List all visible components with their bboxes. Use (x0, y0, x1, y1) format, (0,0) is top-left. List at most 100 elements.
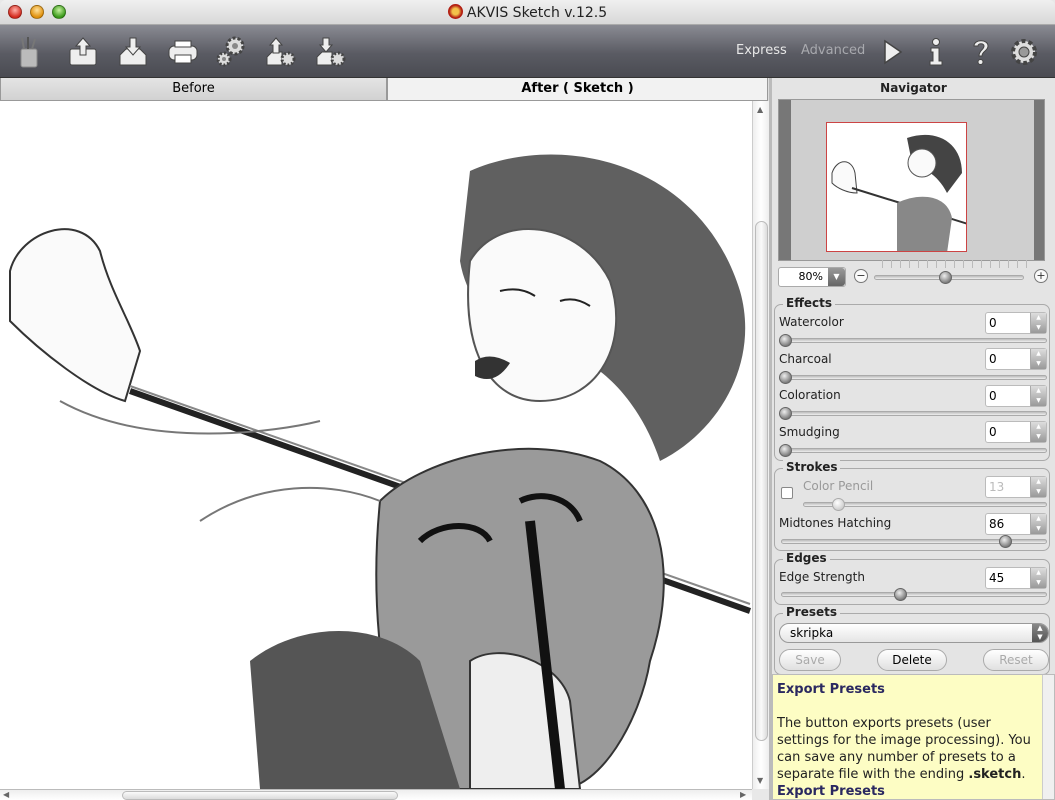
watercolor-slider[interactable] (781, 338, 1047, 343)
charcoal-field[interactable]: 0 ▲ ▼ (985, 348, 1047, 370)
color-pencil-field[interactable]: 13 ▲ ▼ (985, 476, 1047, 498)
help-panel: Export Presets The button exports preset… (772, 674, 1055, 800)
zoom-dropdown-button[interactable]: ▼ (828, 268, 845, 286)
download-gear-icon (316, 37, 346, 67)
watercolor-slider-knob[interactable] (779, 334, 792, 347)
help-extension: .sketch (968, 767, 1022, 782)
edge-strength-stepper[interactable]: ▲ ▼ (1030, 568, 1046, 588)
gear-icon (1011, 39, 1037, 65)
zoom-in-button[interactable]: + (1034, 269, 1048, 283)
navigator-viewport-frame[interactable] (826, 122, 967, 252)
smudging-stepper[interactable]: ▲ ▼ (1030, 422, 1046, 442)
watercolor-stepper[interactable]: ▲ ▼ (1030, 313, 1046, 333)
horizontal-scroll-thumb[interactable] (122, 791, 398, 800)
import-presets-button[interactable] (262, 33, 300, 71)
pencil-cup-icon (10, 33, 48, 71)
watercolor-field[interactable]: 0 ▲ ▼ (985, 312, 1047, 334)
express-mode-tab[interactable]: Express (736, 43, 787, 58)
title-bar: AKVIS Sketch v.12.5 (0, 0, 1055, 25)
play-icon (884, 39, 903, 65)
navigator-thumbnail (831, 134, 966, 251)
vertical-scrollbar[interactable]: ▲ ▼ (752, 101, 769, 789)
settings-button[interactable] (1005, 33, 1043, 71)
charcoal-value: 0 (989, 352, 997, 366)
scroll-left-arrow[interactable]: ◀ (3, 790, 9, 799)
watercolor-label: Watercolor (779, 315, 844, 329)
tab-before[interactable]: Before (0, 78, 387, 101)
zoom-out-button[interactable]: − (854, 269, 868, 283)
zoom-slider-ticks (882, 260, 1027, 268)
coloration-field[interactable]: 0 ▲ ▼ (985, 385, 1047, 407)
edges-group: Edges Edge Strength 45 ▲ ▼ (774, 551, 1050, 605)
zoom-slider-knob[interactable] (939, 271, 952, 284)
color-pencil-value: 13 (989, 480, 1005, 494)
upload-tray-icon (69, 37, 97, 66)
info-icon (929, 38, 943, 66)
coloration-stepper[interactable]: ▲ ▼ (1030, 386, 1046, 406)
smudging-field[interactable]: 0 ▲ ▼ (985, 421, 1047, 443)
save-image-button[interactable] (114, 33, 152, 71)
sketch-image (9, 154, 752, 789)
midtones-hatching-slider-knob[interactable] (999, 535, 1012, 548)
batch-settings-button[interactable] (212, 33, 250, 71)
printer-icon (168, 40, 198, 64)
about-button[interactable] (917, 33, 955, 71)
run-button[interactable] (873, 33, 911, 71)
navigator-preview[interactable] (778, 99, 1045, 261)
horizontal-scrollbar[interactable]: ◀ ▶ (0, 789, 752, 800)
charcoal-label: Charcoal (779, 352, 832, 366)
download-tray-icon (119, 37, 147, 66)
preset-select[interactable]: skripka ▲ ▼ (779, 623, 1049, 643)
zoom-level-field[interactable]: 80% ▼ (778, 267, 846, 287)
strokes-title: Strokes (783, 460, 841, 474)
coloration-slider[interactable] (781, 411, 1047, 416)
window-title-text: AKVIS Sketch v.12.5 (466, 5, 608, 21)
export-presets-button[interactable] (312, 33, 350, 71)
zoom-controls: 80% ▼ − + (778, 260, 1048, 289)
coloration-slider-knob[interactable] (779, 407, 792, 420)
view-tabs: Before After ( Sketch ) (0, 78, 770, 101)
effects-group: Effects Watercolor 0 ▲ ▼ Charcoal 0 ▲ ▼ Colo… (774, 296, 1050, 461)
open-image-button[interactable] (64, 33, 102, 71)
edge-strength-value: 45 (989, 571, 1005, 585)
color-pencil-stepper[interactable]: ▲ ▼ (1030, 477, 1046, 497)
scroll-up-arrow[interactable]: ▲ (757, 105, 763, 114)
navigator-title: Navigator (880, 81, 947, 95)
window-title: AKVIS Sketch v.12.5 (0, 4, 1055, 21)
toolbar: Express Advanced (0, 25, 1055, 78)
smudging-slider-knob[interactable] (779, 444, 792, 457)
question-icon (973, 40, 989, 65)
strokes-group: Strokes Color Pencil 13 ▲ ▼ Midtones Hatch… (774, 460, 1050, 551)
charcoal-stepper[interactable]: ▲ ▼ (1030, 349, 1046, 369)
save-preset-button[interactable]: Save (779, 649, 841, 671)
help-body-end: . (1021, 767, 1026, 782)
watercolor-value: 0 (989, 316, 997, 330)
print-button[interactable] (164, 33, 202, 71)
midtones-hatching-value: 86 (989, 517, 1005, 531)
color-pencil-checkbox[interactable] (781, 487, 793, 499)
preset-selected-value: skripka (790, 626, 834, 640)
smudging-slider[interactable] (781, 448, 1047, 453)
help-body: The button exports presets (user setting… (777, 715, 1038, 783)
help-button[interactable] (962, 33, 1000, 71)
delete-preset-button[interactable]: Delete (877, 649, 947, 671)
midtones-hatching-stepper[interactable]: ▲ ▼ (1030, 514, 1046, 534)
vertical-scroll-thumb[interactable] (755, 221, 768, 741)
help-scrollbar[interactable] (1042, 675, 1054, 799)
charcoal-slider-knob[interactable] (779, 371, 792, 384)
edge-strength-slider[interactable] (781, 592, 1047, 597)
scroll-right-arrow[interactable]: ▶ (740, 790, 746, 799)
reset-preset-button[interactable]: Reset (983, 649, 1049, 671)
advanced-mode-tab[interactable]: Advanced (801, 43, 865, 58)
edge-strength-slider-knob[interactable] (894, 588, 907, 601)
midtones-hatching-field[interactable]: 86 ▲ ▼ (985, 513, 1047, 535)
image-canvas[interactable] (0, 101, 752, 789)
charcoal-slider[interactable] (781, 375, 1047, 380)
effects-title: Effects (783, 296, 836, 310)
color-pencil-slider-knob[interactable] (832, 498, 845, 511)
scroll-down-arrow[interactable]: ▼ (757, 776, 763, 785)
edge-strength-field[interactable]: 45 ▲ ▼ (985, 567, 1047, 589)
help-heading-2: Export Presets (777, 784, 885, 799)
tab-after[interactable]: After ( Sketch ) (387, 78, 768, 101)
preset-select-arrows: ▲ ▼ (1032, 624, 1048, 642)
